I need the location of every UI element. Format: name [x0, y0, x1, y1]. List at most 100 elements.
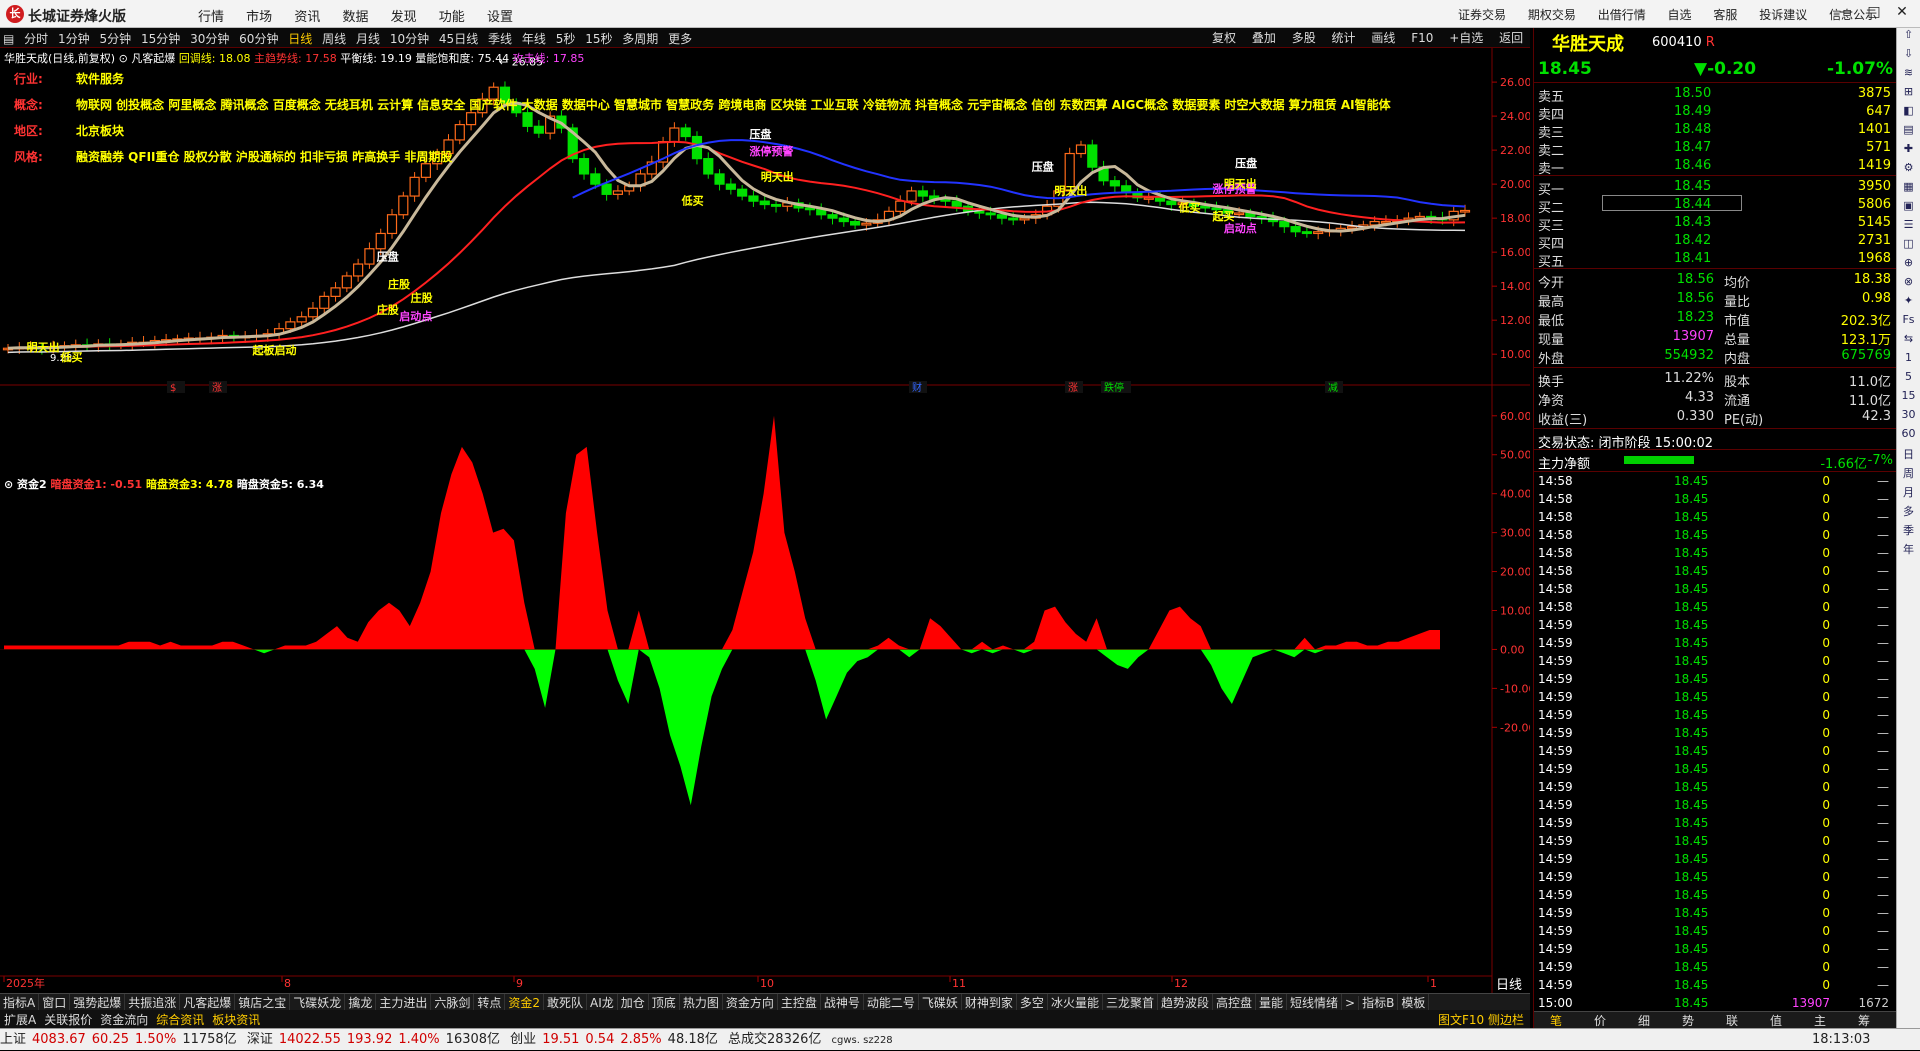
sidebar-tool[interactable]: Fs	[1897, 313, 1920, 332]
indicator-tab[interactable]: 六脉剑	[431, 994, 475, 1010]
sidebar-tool[interactable]: ◫	[1897, 237, 1920, 256]
menu-item-faxian[interactable]: 发现	[391, 10, 417, 25]
sidebar-tool[interactable]: ≋	[1897, 66, 1920, 85]
menu-item-shezhi[interactable]: 设置	[487, 10, 513, 25]
indicator-tab[interactable]: 资金方向	[723, 994, 778, 1010]
sidebar-tool[interactable]: ⊕	[1897, 256, 1920, 275]
indicator-tab[interactable]: 飞碟妖龙	[290, 994, 346, 1010]
indicator-tab[interactable]: 擒龙	[345, 994, 377, 1010]
sidebar-tool[interactable]: 60	[1897, 427, 1920, 446]
quote-tab[interactable]: 细	[1622, 1012, 1666, 1029]
indicator-tab[interactable]: 主力进出	[376, 994, 432, 1010]
sub-indicator-name[interactable]: ⊙ 资金2	[4, 478, 47, 491]
extension-tab[interactable]: 综合资讯	[152, 1010, 208, 1029]
quote-tab[interactable]: 筹	[1842, 1012, 1886, 1029]
period-tab-multi[interactable]: 多周期	[619, 28, 661, 47]
menu-item-shuju[interactable]: 数据	[342, 10, 368, 25]
close-button[interactable]: ✕	[1890, 4, 1914, 20]
period-tab-season[interactable]: 季线	[485, 28, 515, 47]
menu-item-watchlist[interactable]: 自选	[1668, 8, 1692, 22]
indicator-tab[interactable]: 战神号	[821, 994, 864, 1010]
sidebar-tool[interactable]: ⇧	[1897, 28, 1920, 47]
indicator-tab[interactable]: 指标B	[1359, 994, 1399, 1010]
period-tab-daily[interactable]: 日线	[285, 28, 315, 47]
tool-f10[interactable]: F10	[1411, 31, 1433, 45]
sidebar-tool[interactable]: 季	[1897, 522, 1920, 541]
tool-back[interactable]: 返回	[1499, 31, 1523, 45]
event-marker[interactable]: 涨	[1068, 382, 1078, 394]
indicator-tab[interactable]: 热力图	[680, 994, 723, 1010]
period-tab-60min[interactable]: 60分钟	[236, 28, 281, 47]
period-tab-45day[interactable]: 45日线	[436, 28, 481, 47]
sidebar-tool[interactable]: 多	[1897, 503, 1920, 522]
indicator-tab[interactable]: 转点	[474, 994, 506, 1010]
menu-item-lending[interactable]: 出借行情	[1598, 8, 1646, 22]
indicator-tab[interactable]: 共振追涨	[125, 994, 181, 1010]
tool-add-watch[interactable]: +自选	[1449, 31, 1483, 45]
indicator-tab[interactable]: 冰火量能	[1048, 994, 1103, 1010]
event-marker[interactable]: 跌停	[1104, 381, 1124, 394]
tool-diejia[interactable]: 叠加	[1252, 31, 1276, 45]
sidebar-tool[interactable]: ⇆	[1897, 332, 1920, 351]
period-tab-monthly[interactable]: 月线	[353, 28, 383, 47]
sidebar-tool[interactable]: ▤	[1897, 123, 1920, 142]
menu-item-service[interactable]: 客服	[1713, 8, 1737, 22]
indicator-tab[interactable]: 多空	[1017, 994, 1048, 1010]
event-marker[interactable]: 减	[1328, 382, 1338, 394]
sidebar-tool[interactable]: 日	[1897, 446, 1920, 465]
menu-item-options[interactable]: 期权交易	[1528, 8, 1576, 22]
indicator-tab[interactable]: 模板	[1398, 994, 1430, 1010]
indicator-tab[interactable]: 三龙聚首	[1103, 994, 1158, 1010]
sidebar-tool[interactable]: 年	[1897, 541, 1920, 560]
sidebar-tool[interactable]: 5	[1897, 370, 1920, 389]
sidebar-tool[interactable]: ☰	[1897, 218, 1920, 237]
period-tab-5min[interactable]: 5分钟	[96, 28, 134, 47]
period-tab-10min[interactable]: 10分钟	[387, 28, 432, 47]
indicator-tab[interactable]: 指标A	[0, 994, 40, 1010]
indicator-tab[interactable]: 高控盘	[1213, 994, 1256, 1010]
quote-tab[interactable]: 笔	[1534, 1012, 1578, 1029]
menu-item-hangqing[interactable]: 行情	[198, 10, 224, 25]
event-marker[interactable]: 财	[912, 381, 922, 394]
indicator-name[interactable]: ⊙ 凡客起爆	[119, 52, 176, 65]
period-tab-more[interactable]: 更多	[665, 28, 695, 47]
indicator-tab[interactable]: >	[1342, 996, 1360, 1010]
period-tab-weekly[interactable]: 周线	[319, 28, 349, 47]
indicator-tab[interactable]: AI龙	[587, 994, 618, 1010]
extension-tab[interactable]: 板块资讯	[208, 1010, 264, 1029]
tool-huaxian[interactable]: 画线	[1371, 31, 1395, 45]
sidebar-tool[interactable]: 月	[1897, 484, 1920, 503]
indicator-tab[interactable]: 顶底	[649, 994, 680, 1010]
maximize-button[interactable]: □	[1862, 4, 1886, 20]
sidebar-tool[interactable]: ✦	[1897, 294, 1920, 313]
kline-chart[interactable]: 26.00 24.00 22.00 20.00 18.00 16.00 14.00 12.00…	[0, 48, 1530, 993]
indicator-tab[interactable]: 趋势波段	[1158, 994, 1213, 1010]
tool-tongji[interactable]: 统计	[1332, 31, 1356, 45]
period-tab-year[interactable]: 年线	[519, 28, 549, 47]
sidebar-tool[interactable]: 15	[1897, 389, 1920, 408]
sidebar-tool[interactable]: 1	[1897, 351, 1920, 370]
menu-item-complaint[interactable]: 投诉建议	[1759, 8, 1807, 22]
sidebar-tool[interactable]: ◧	[1897, 104, 1920, 123]
indicator-tab[interactable]: 镇店之宝	[235, 994, 291, 1010]
indicator-tab[interactable]: 主控盘	[778, 994, 821, 1010]
quote-tab[interactable]: 值	[1754, 1012, 1798, 1029]
sidebar-tool[interactable]: 30	[1897, 408, 1920, 427]
menu-item-zixun[interactable]: 资讯	[294, 10, 320, 25]
quote-tab[interactable]: 联	[1710, 1012, 1754, 1029]
sidebar-tool[interactable]: ▣	[1897, 199, 1920, 218]
period-tab-15sec[interactable]: 15秒	[582, 28, 615, 47]
period-tab-15min[interactable]: 15分钟	[138, 28, 183, 47]
menu-item-shichang[interactable]: 市场	[246, 10, 272, 25]
indicator-tab[interactable]: 资金2	[505, 994, 545, 1010]
extension-tab[interactable]: 资金流向	[96, 1010, 152, 1029]
indicator-tab[interactable]: 强势起爆	[70, 994, 126, 1010]
indicator-tab[interactable]: 财神到家	[962, 994, 1017, 1010]
indicator-tab[interactable]: 加仓	[618, 994, 649, 1010]
indicator-tab[interactable]: 敢死队	[544, 994, 588, 1010]
tool-fuquan[interactable]: 复权	[1212, 31, 1236, 45]
sidebar-tool[interactable]: ✚	[1897, 142, 1920, 161]
menu-item-trade[interactable]: 证券交易	[1458, 8, 1506, 22]
sidebar-tool[interactable]: 周	[1897, 465, 1920, 484]
sidebar-tool[interactable]: ⇩	[1897, 47, 1920, 66]
